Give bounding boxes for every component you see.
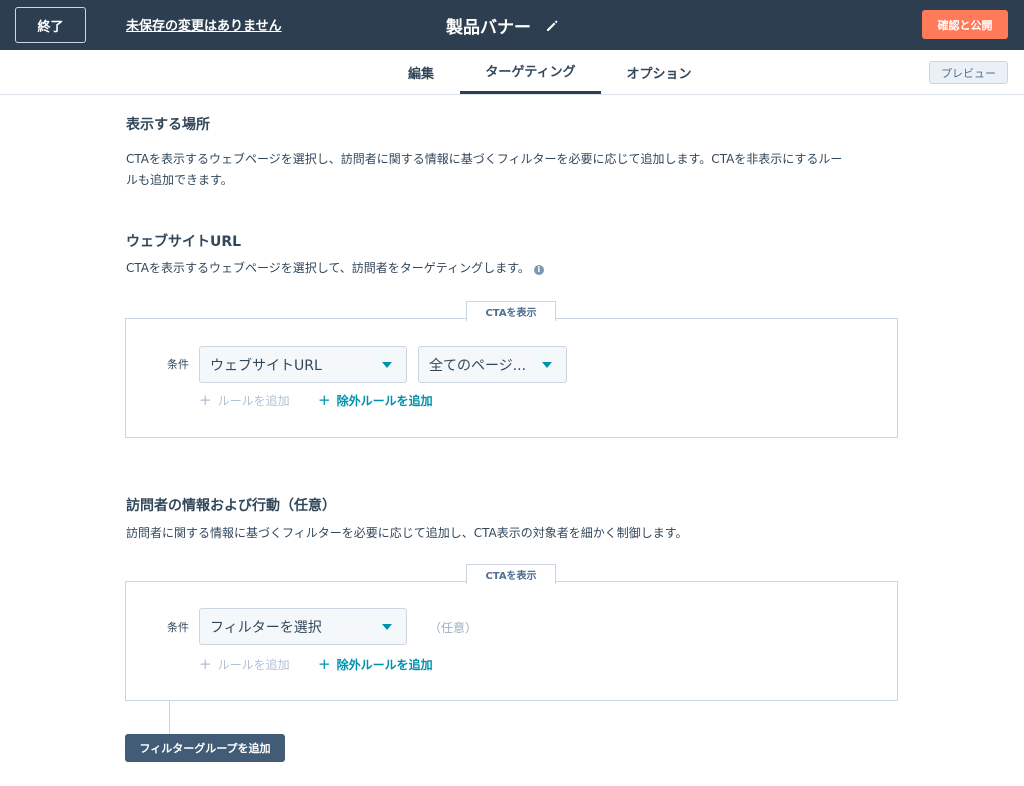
tab-edit[interactable]: 編集 (395, 50, 447, 94)
website-add-exclude-link[interactable]: + 除外ルールを追加 (318, 392, 433, 409)
visitor-cta-label: CTAを表示 (466, 564, 556, 584)
website-add-rule-link[interactable]: + ルールを追加 (199, 392, 290, 409)
website-add-exclude-label: 除外ルールを追加 (336, 394, 433, 408)
website-add-rule-label: ルールを追加 (217, 394, 290, 408)
where-description-line1: CTAを表示するウェブページを選択し、訪問者に関する情報に基づくフィルターを必要… (126, 152, 843, 166)
title-wrap: 製品バナー (446, 13, 559, 38)
website-description: CTAを表示するウェブページを選択して、訪問者をターゲティングします。 i (126, 258, 544, 279)
where-description-line2: ルも追加できます。 (126, 173, 233, 187)
page-title: 製品バナー (446, 18, 531, 38)
visitor-add-exclude-label: 除外ルールを追加 (336, 658, 433, 672)
pencil-icon[interactable] (545, 19, 559, 33)
caret-down-icon (382, 624, 392, 630)
visitor-add-exclude-link[interactable]: + 除外ルールを追加 (318, 656, 433, 673)
tab-targeting[interactable]: ターゲティング (460, 50, 601, 94)
optional-label: （任意） (429, 621, 478, 635)
preview-button[interactable]: プレビュー (929, 61, 1008, 84)
connector-line (169, 701, 170, 734)
add-filter-group-button[interactable]: フィルターグループを追加 (125, 734, 285, 762)
where-heading: 表示する場所 (126, 117, 210, 133)
filter-select-value: フィルターを選択 (210, 619, 322, 636)
caret-down-icon (382, 362, 392, 368)
all-pages-select-value: 全てのページ... (429, 357, 527, 374)
visitor-condition-label: 条件 (167, 621, 189, 634)
filter-select[interactable]: フィルターを選択 (199, 608, 407, 645)
tab-bar: 編集 ターゲティング オプション プレビュー (0, 50, 1024, 95)
tab-options[interactable]: オプション (612, 50, 706, 94)
website-cta-label: CTAを表示 (466, 301, 556, 321)
website-description-text: CTAを表示するウェブページを選択して、訪問者をターゲティングします。 (126, 261, 530, 275)
save-status-link[interactable]: 未保存の変更はありません (126, 15, 282, 34)
top-bar: 終了 未保存の変更はありません 製品バナー 確認と公開 (0, 0, 1024, 50)
visitor-description: 訪問者に関する情報に基づくフィルターを必要に応じて追加し、CTA表示の対象者を細… (126, 526, 688, 540)
plus-icon: + (199, 655, 212, 673)
exit-button[interactable]: 終了 (15, 7, 86, 43)
plus-icon: + (199, 391, 212, 409)
visitor-add-rule-link[interactable]: + ルールを追加 (199, 656, 290, 673)
website-condition-label: 条件 (167, 358, 189, 371)
plus-icon: + (318, 655, 331, 673)
caret-down-icon (542, 362, 552, 368)
review-publish-button[interactable]: 確認と公開 (922, 10, 1008, 39)
website-url-select-value: ウェブサイトURL (210, 357, 322, 374)
all-pages-select[interactable]: 全てのページ... (418, 346, 567, 383)
plus-icon: + (318, 391, 331, 409)
website-url-select[interactable]: ウェブサイトURL (199, 346, 407, 383)
website-heading: ウェブサイトURL (126, 234, 242, 250)
visitor-add-rule-label: ルールを追加 (217, 658, 290, 672)
visitor-heading: 訪問者の情報および行動（任意） (126, 498, 336, 514)
info-icon[interactable]: i (533, 265, 544, 275)
